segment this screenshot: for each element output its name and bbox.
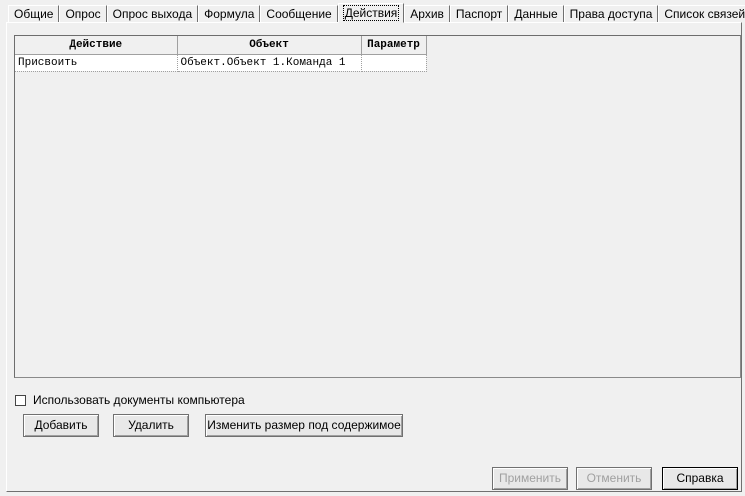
- tab-label: Сообщение: [266, 7, 332, 21]
- tab-formula[interactable]: Формула: [198, 5, 261, 22]
- tab-label: Паспорт: [455, 7, 503, 21]
- tab-label: Формула: [204, 7, 255, 21]
- tab-polling[interactable]: Опрос: [59, 5, 107, 22]
- delete-button[interactable]: Удалить: [113, 414, 189, 437]
- cancel-button[interactable]: Отменить: [576, 467, 652, 490]
- apply-button[interactable]: Применить: [492, 467, 568, 490]
- cell-object[interactable]: Объект.Объект 1.Команда 1: [177, 54, 362, 72]
- tab-strip: Общие Опрос Опрос выхода Формула Сообщен…: [8, 3, 745, 23]
- use-computer-documents-option[interactable]: Использовать документы компьютера: [15, 393, 245, 407]
- use-computer-documents-checkbox[interactable]: [15, 394, 26, 406]
- tab-access-rights[interactable]: Права доступа: [563, 5, 659, 22]
- cell-parameter[interactable]: [361, 54, 427, 72]
- cell-action[interactable]: Присвоить: [15, 54, 178, 72]
- tab-output-polling[interactable]: Опрос выхода: [106, 5, 199, 22]
- tab-label: Действия: [342, 5, 400, 21]
- tab-label: Данные: [514, 7, 558, 21]
- autosize-button[interactable]: Изменить размер под содержимое: [205, 414, 403, 437]
- column-header-action[interactable]: Действие: [15, 36, 178, 55]
- tab-label: Архив: [410, 7, 444, 21]
- column-header-parameter[interactable]: Параметр: [361, 36, 427, 55]
- actions-grid[interactable]: Действие Объект Параметр Присвоить Объек…: [14, 35, 741, 378]
- table-header-row: Действие Объект Параметр: [15, 36, 427, 55]
- tab-actions[interactable]: Действия: [337, 3, 405, 23]
- use-computer-documents-label: Использовать документы компьютера: [33, 393, 245, 407]
- tab-label: Права доступа: [569, 7, 653, 21]
- tab-label: Общие: [14, 7, 54, 21]
- tab-label: Опрос: [65, 7, 101, 21]
- tab-passport[interactable]: Паспорт: [449, 5, 509, 22]
- actions-table: Действие Объект Параметр Присвоить Объек…: [15, 36, 427, 72]
- help-button[interactable]: Справка: [662, 467, 738, 490]
- column-header-object[interactable]: Объект: [177, 36, 362, 55]
- tab-label: Опрос выхода: [112, 7, 193, 21]
- tab-label: Список связей: [664, 7, 745, 21]
- tab-message[interactable]: Сообщение: [260, 5, 338, 22]
- tab-links-list[interactable]: Список связей: [658, 5, 745, 22]
- add-button[interactable]: Добавить: [23, 414, 99, 437]
- tab-archive[interactable]: Архив: [404, 5, 450, 22]
- table-row[interactable]: Присвоить Объект.Объект 1.Команда 1: [15, 54, 427, 72]
- tab-panel: Действие Объект Параметр Присвоить Объек…: [6, 22, 742, 492]
- tab-data[interactable]: Данные: [508, 5, 564, 22]
- tab-general[interactable]: Общие: [8, 5, 60, 22]
